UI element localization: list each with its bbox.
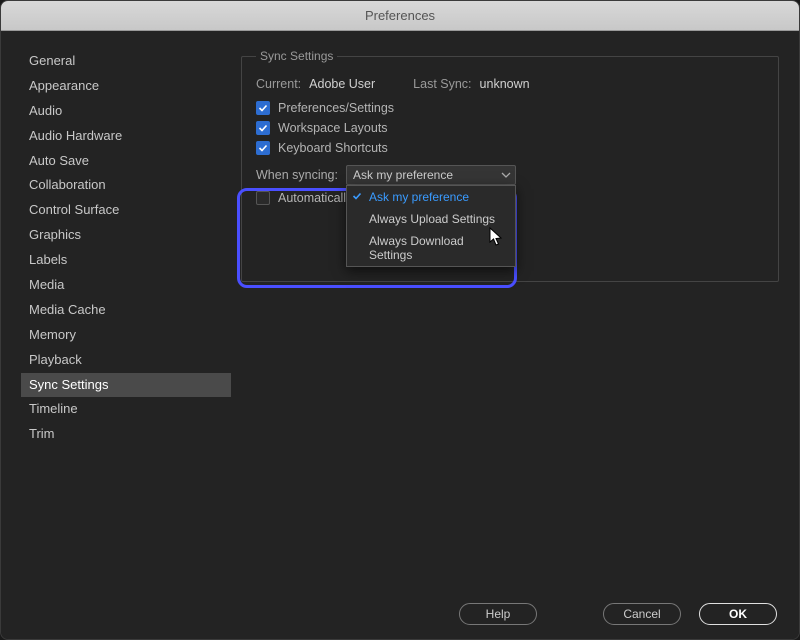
sidebar-item-audio-hardware[interactable]: Audio Hardware bbox=[21, 124, 231, 149]
sidebar-item-trim[interactable]: Trim bbox=[21, 422, 231, 447]
ok-button[interactable]: OK bbox=[699, 603, 777, 625]
dropdown-item[interactable]: Always Download Settings bbox=[347, 230, 515, 266]
sidebar-item-graphics[interactable]: Graphics bbox=[21, 223, 231, 248]
sync-check-row: Workspace Layouts bbox=[256, 121, 764, 135]
sidebar-item-media-cache[interactable]: Media Cache bbox=[21, 298, 231, 323]
cancel-button[interactable]: Cancel bbox=[603, 603, 681, 625]
current-label: Current: bbox=[256, 77, 301, 91]
sidebar-item-collaboration[interactable]: Collaboration bbox=[21, 173, 231, 198]
sidebar-item-labels[interactable]: Labels bbox=[21, 248, 231, 273]
sync-legend: Sync Settings bbox=[256, 49, 337, 63]
dropdown-item[interactable]: Always Upload Settings bbox=[347, 208, 515, 230]
when-syncing-select[interactable]: Ask my preference bbox=[346, 165, 516, 185]
checkbox[interactable] bbox=[256, 121, 270, 135]
current-user: Adobe User bbox=[309, 77, 375, 91]
sync-check-row: Preferences/Settings bbox=[256, 101, 764, 115]
current-row: Current: Adobe User Last Sync: unknown bbox=[256, 77, 764, 91]
dropdown-item[interactable]: Ask my preference bbox=[347, 186, 515, 208]
select-value: Ask my preference bbox=[353, 168, 453, 182]
check-icon bbox=[352, 190, 362, 204]
body: GeneralAppearanceAudioAudio HardwareAuto… bbox=[1, 31, 799, 589]
help-button[interactable]: Help bbox=[459, 603, 537, 625]
chevron-down-icon bbox=[501, 169, 511, 183]
preferences-window: Preferences GeneralAppearanceAudioAudio … bbox=[0, 0, 800, 640]
sidebar-item-auto-save[interactable]: Auto Save bbox=[21, 149, 231, 174]
auto-clear-checkbox[interactable] bbox=[256, 191, 270, 205]
checkbox-label: Keyboard Shortcuts bbox=[278, 141, 388, 155]
sync-check-row: Keyboard Shortcuts bbox=[256, 141, 764, 155]
checkbox[interactable] bbox=[256, 101, 270, 115]
sidebar-item-general[interactable]: General bbox=[21, 49, 231, 74]
dropdown-item-label: Ask my preference bbox=[369, 190, 469, 204]
titlebar: Preferences bbox=[1, 1, 799, 31]
auto-clear-label: Automaticall bbox=[278, 191, 346, 205]
sidebar-item-audio[interactable]: Audio bbox=[21, 99, 231, 124]
checkbox-label: Preferences/Settings bbox=[278, 101, 394, 115]
dropdown-item-label: Always Download Settings bbox=[369, 234, 464, 262]
when-syncing-label: When syncing: bbox=[256, 168, 338, 182]
checkbox-label: Workspace Layouts bbox=[278, 121, 388, 135]
when-syncing-dropdown[interactable]: Ask my preference Always Upload Settings A… bbox=[346, 185, 516, 267]
sidebar-item-appearance[interactable]: Appearance bbox=[21, 74, 231, 99]
last-sync-label: Last Sync: bbox=[413, 77, 471, 91]
window-title: Preferences bbox=[365, 8, 435, 23]
footer: Help Cancel OK bbox=[1, 589, 799, 639]
dropdown-item-label: Always Upload Settings bbox=[369, 212, 495, 226]
sidebar-item-sync-settings[interactable]: Sync Settings bbox=[21, 373, 231, 398]
sidebar: GeneralAppearanceAudioAudio HardwareAuto… bbox=[21, 49, 231, 589]
when-syncing-row: When syncing: Ask my preference Ask my p… bbox=[256, 165, 764, 185]
content-pane: Sync Settings Current: Adobe User Last S… bbox=[231, 31, 799, 589]
sync-settings-group: Sync Settings Current: Adobe User Last S… bbox=[241, 49, 779, 282]
sidebar-item-media[interactable]: Media bbox=[21, 273, 231, 298]
sidebar-item-timeline[interactable]: Timeline bbox=[21, 397, 231, 422]
last-sync-value: unknown bbox=[480, 77, 530, 91]
checkbox[interactable] bbox=[256, 141, 270, 155]
sidebar-item-playback[interactable]: Playback bbox=[21, 348, 231, 373]
sidebar-item-control-surface[interactable]: Control Surface bbox=[21, 198, 231, 223]
sidebar-item-memory[interactable]: Memory bbox=[21, 323, 231, 348]
